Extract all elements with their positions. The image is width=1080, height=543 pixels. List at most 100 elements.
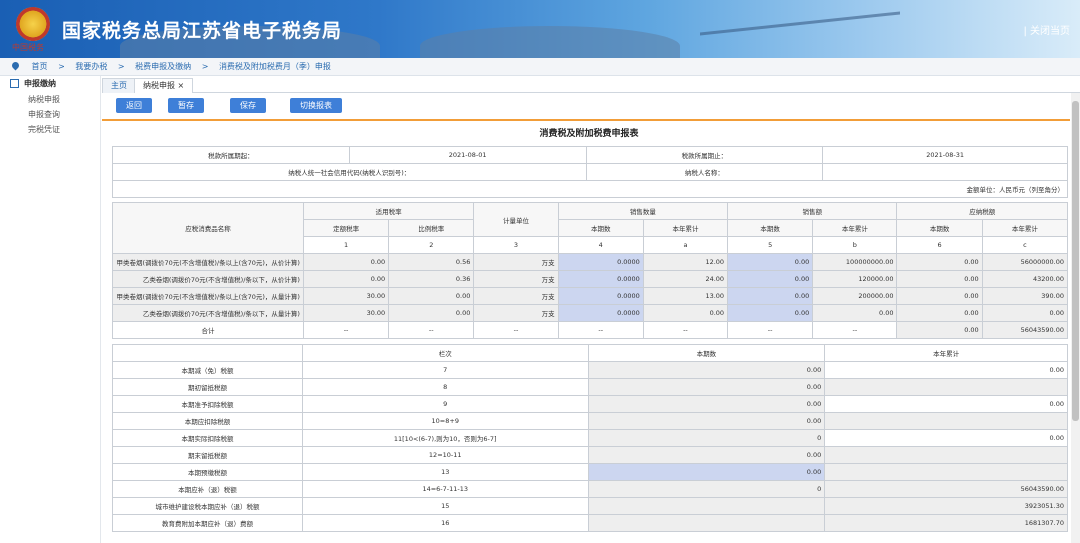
tax-current-header: 本期数	[896, 219, 983, 237]
dash-cell: --	[473, 321, 559, 339]
table-row: 期末留抵税额 12=10-11 0.00	[112, 446, 1068, 464]
amount-current-input[interactable]: 0.00	[727, 270, 814, 288]
breadcrumb-tax-services[interactable]: 我要办税	[75, 62, 107, 71]
col-num: 4	[557, 236, 644, 254]
tax-ytd-header: 本年累计	[981, 219, 1068, 237]
unit-cell: 万支	[473, 253, 559, 271]
line-number: 9	[301, 395, 589, 413]
dash-cell: --	[812, 321, 898, 339]
period-start-value: 2021-08-01	[348, 146, 587, 164]
sidebar-item-tax-filing[interactable]: 纳税申报	[0, 92, 100, 107]
dash-cell: --	[727, 321, 814, 339]
rate-header: 适用税率	[302, 202, 475, 220]
qty-current-input[interactable]: 0.0000	[557, 287, 644, 305]
amount-current-input[interactable]: 0.00	[727, 287, 814, 305]
taxpayer-name-value	[822, 163, 1068, 181]
rate-fixed-cell: 30.00	[302, 304, 390, 322]
amount-ytd-cell: 200000.00	[812, 287, 898, 305]
table-row: 乙类卷烟(调拨价70元(不含增值税)/条以下，从价计算) 0.00 0.36 万…	[112, 270, 1068, 288]
period-end-value: 2021-08-31	[822, 146, 1068, 164]
tax-current-cell: 0.00	[896, 270, 983, 288]
col-num: a	[642, 236, 729, 254]
vertical-scrollbar[interactable]	[1071, 93, 1080, 543]
amount-current-input[interactable]: 0.00	[727, 253, 814, 271]
qty-current-input[interactable]: 0.0000	[557, 253, 644, 271]
scrollbar-thumb[interactable]	[1072, 101, 1079, 421]
line-number: 15	[301, 497, 589, 515]
table-row: 乙类卷烟(调拨价70元(不含增值税)/条以下，从量计算) 30.00 0.00 …	[112, 304, 1068, 322]
current-value: 0	[587, 480, 826, 498]
tax-ytd-cell: 390.00	[981, 287, 1068, 305]
tax-header: 应纳税额	[896, 202, 1068, 220]
qty-current-input[interactable]: 0.0000	[557, 270, 644, 288]
period-start-label: 税款所属期起：	[112, 146, 350, 164]
amount-ytd-header: 本年累计	[812, 219, 898, 237]
rate-pct-cell: 0.56	[388, 253, 475, 271]
toolbar: 返回 暂存 保存 切换报表	[102, 93, 1070, 121]
breadcrumb-home[interactable]: 首页	[32, 62, 48, 71]
breadcrumb: 首页 > 我要办税 > 税费申报及缴纳 > 消费税及附加税费月（季）申报	[0, 58, 1080, 76]
qty-current-header: 本期数	[557, 219, 644, 237]
current-value: 0.00	[587, 446, 826, 464]
tab-home[interactable]: 主页	[102, 78, 136, 93]
line-number: 11[10<(6-7),则为10，否则为6-7]	[301, 429, 589, 447]
col-num: 5	[727, 236, 814, 254]
sidebar-title[interactable]: 申报缴纳	[0, 76, 100, 92]
row-label: 教育费附加本期应补（退）费额	[112, 514, 303, 532]
breadcrumb-declaration[interactable]: 税费申报及缴纳	[135, 62, 191, 71]
rate-pct-header: 比例税率	[388, 219, 475, 237]
amount-ytd-cell: 100000000.00	[812, 253, 898, 271]
amount-current-input[interactable]: 0.00	[727, 304, 814, 322]
dash-cell: --	[642, 321, 729, 339]
line-number: 16	[301, 514, 589, 532]
qty-current-input[interactable]: 0.0000	[557, 304, 644, 322]
banner-hill-decoration	[420, 26, 680, 58]
current-value: 0.00	[587, 395, 826, 413]
current-value	[587, 514, 826, 532]
sidebar-item-filing-query[interactable]: 申报查询	[0, 107, 100, 122]
unit-cell: 万支	[473, 304, 559, 322]
consumption-tax-table: 应税消费品名称 适用税率 计量单位 销售数量 销售额 应纳税额 定额税率 比例税…	[112, 202, 1068, 339]
rate-fixed-header: 定额税率	[302, 219, 390, 237]
switch-report-button[interactable]: 切换报表	[290, 98, 342, 113]
table-row: 教育费附加本期应补（退）费额 16 1681307.70	[112, 514, 1068, 532]
qty-ytd-cell: 12.00	[642, 253, 729, 271]
tab-tax-filing[interactable]: 纳税申报 ×	[134, 78, 194, 93]
ytd-value: 3923051.30	[824, 497, 1068, 515]
draft-save-button[interactable]: 暂存	[168, 98, 204, 113]
table-row: 城市维护建设税本期应补（退）税额 15 3923051.30	[112, 497, 1068, 515]
tax-ytd-cell: 56000000.00	[981, 253, 1068, 271]
line-number: 14=6-7-11-13	[301, 480, 589, 498]
tab-bar: 主页 纳税申报 ×	[102, 76, 1080, 93]
back-button[interactable]: 返回	[116, 98, 152, 113]
rate-fixed-cell: 30.00	[302, 287, 390, 305]
row-label: 本期应补（退）税额	[112, 480, 303, 498]
location-pin-icon	[10, 60, 21, 71]
current-value	[587, 497, 826, 515]
line-number: 10=8+9	[301, 412, 589, 430]
qty-header: 销售数量	[557, 202, 729, 220]
total-label: 合计	[112, 321, 304, 339]
qty-ytd-cell: 13.00	[642, 287, 729, 305]
save-button[interactable]: 保存	[230, 98, 266, 113]
prepaid-tax-input[interactable]: 0.00	[587, 463, 826, 481]
ytd-value: 1681307.70	[824, 514, 1068, 532]
menu-grid-icon	[10, 79, 19, 88]
breadcrumb-sep: >	[58, 62, 65, 71]
item-name: 乙类卷烟(调拨价70元(不含增值税)/条以下，从量计算)	[112, 304, 304, 322]
item-name: 甲类卷烟(调拨价70元(不含增值税)/条以上(含70元)，从价计算)	[112, 253, 304, 271]
dash-cell: --	[388, 321, 475, 339]
sidebar-item-tax-certificate[interactable]: 完税凭证	[0, 122, 100, 137]
dash-cell: --	[302, 321, 390, 339]
taxpayer-info-table: 税款所属期起： 2021-08-01 税款所属期止： 2021-08-31 纳税…	[112, 146, 1068, 198]
col-num: b	[812, 236, 898, 254]
rate-pct-cell: 0.36	[388, 270, 475, 288]
close-page-link[interactable]: | 关闭当页	[1023, 22, 1070, 37]
table-row: 甲类卷烟(调拨价70元(不含增值税)/条以上(含70元)，从量计算) 30.00…	[112, 287, 1068, 305]
current-value: 0	[587, 429, 826, 447]
great-wall-decoration	[700, 11, 900, 56]
col-num: 1	[302, 236, 390, 254]
period-end-label: 税款所属期止：	[585, 146, 824, 164]
row-label: 本期实际扣除税额	[112, 429, 303, 447]
breadcrumb-current[interactable]: 消费税及附加税费月（季）申报	[219, 62, 331, 71]
